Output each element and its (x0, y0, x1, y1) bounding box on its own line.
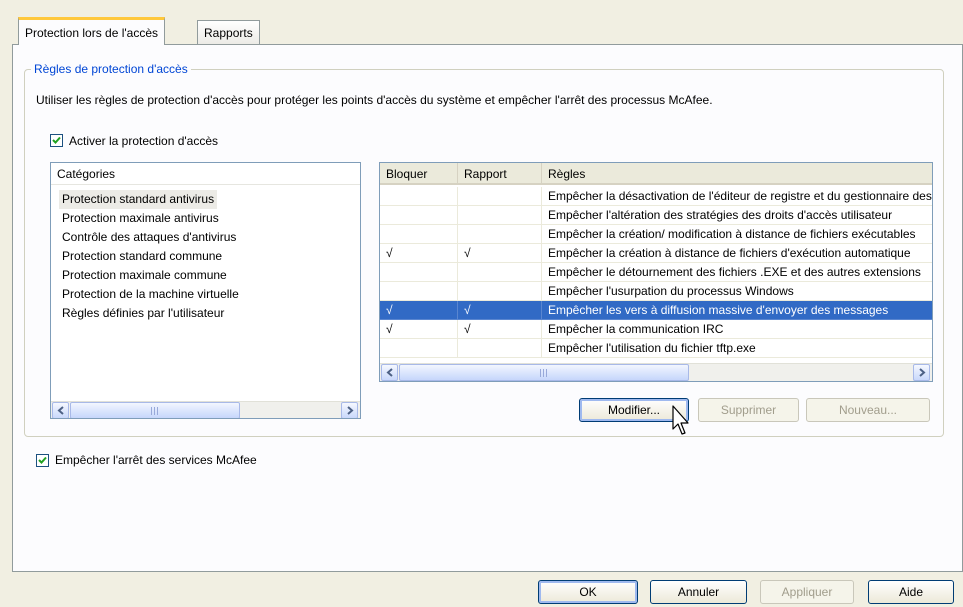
rule-name-cell: Empêcher la création/ modification à dis… (542, 225, 932, 244)
arrow-left-icon (57, 406, 64, 415)
rule-block-cell (380, 206, 458, 225)
group-title: Règles de protection d'accès (34, 62, 188, 76)
rule-block-cell (380, 187, 458, 206)
rule-name-cell: Empêcher la création à distance de fichi… (542, 244, 932, 263)
rule-row[interactable]: √ √ Empêcher la création à distance de fic… (380, 244, 932, 263)
new-rule-button[interactable]: Nouveau... (806, 398, 930, 422)
checkmark-icon (38, 456, 47, 464)
scroll-left-button[interactable] (381, 364, 398, 381)
rule-report-cell (458, 263, 542, 282)
prevent-stop-services-label[interactable]: Empêcher l'arrêt des services McAfee (55, 453, 257, 467)
category-item[interactable]: Protection standard commune (59, 247, 225, 266)
rule-report-cell (458, 187, 542, 206)
tab-reports[interactable]: Rapports (197, 20, 260, 44)
category-item[interactable]: Protection maximale antivirus (59, 209, 222, 228)
rule-row[interactable]: Empêcher la création/ modification à dis… (380, 225, 932, 244)
rule-block-cell: √ (380, 244, 458, 263)
scroll-right-button[interactable] (913, 364, 930, 381)
rule-report-cell (458, 282, 542, 301)
category-item[interactable]: Protection de la machine virtuelle (59, 285, 242, 304)
category-item[interactable]: Protection standard antivirus (59, 190, 218, 209)
enable-access-protection-label[interactable]: Activer la protection d'accès (69, 134, 218, 148)
rule-name-cell: Empêcher la désactivation de l'éditeur d… (542, 187, 932, 206)
rule-block-cell (380, 339, 458, 358)
rule-report-cell (458, 206, 542, 225)
scroll-thumb[interactable] (70, 402, 240, 418)
category-item[interactable]: Règles définies par l'utilisateur (59, 304, 227, 323)
rule-row[interactable]: √ √ Empêcher la communication IRC (380, 320, 932, 339)
rule-name-cell: Empêcher l'altération des stratégies des… (542, 206, 932, 225)
rule-report-cell: √ (458, 301, 542, 320)
arrow-left-icon (386, 368, 393, 377)
scroll-left-button[interactable] (52, 402, 69, 418)
delete-rule-button[interactable]: Supprimer (698, 398, 799, 422)
rule-block-cell (380, 263, 458, 282)
apply-button[interactable]: Appliquer (760, 580, 854, 604)
column-header-block[interactable]: Bloquer (380, 163, 458, 185)
tab-access-protection[interactable]: Protection lors de l'accès (18, 17, 166, 45)
categories-header[interactable]: Catégories (51, 163, 360, 185)
arrow-right-icon (919, 368, 926, 377)
rule-row[interactable]: Empêcher l'utilisation du fichier tftp.e… (380, 339, 932, 358)
group-description: Utiliser les règles de protection d'accè… (36, 93, 713, 107)
prevent-stop-services-checkbox[interactable] (36, 454, 49, 467)
rule-row[interactable]: Empêcher l'altération des stratégies des… (380, 206, 932, 225)
checkmark-icon (52, 136, 61, 144)
column-header-report[interactable]: Rapport (458, 163, 542, 185)
enable-access-protection-checkbox[interactable] (50, 134, 63, 147)
scroll-thumb[interactable] (399, 364, 689, 381)
rule-block-cell: √ (380, 320, 458, 339)
column-header-rule[interactable]: Règles (542, 163, 932, 185)
rule-row[interactable]: Empêcher l'usurpation du processus Windo… (380, 282, 932, 301)
rule-report-cell: √ (458, 320, 542, 339)
scroll-right-button[interactable] (341, 402, 358, 418)
rules-list[interactable]: Bloquer Rapport Règles Empêcher la désac… (379, 162, 933, 382)
rule-name-cell: Empêcher l'usurpation du processus Windo… (542, 282, 932, 301)
rule-report-cell: √ (458, 244, 542, 263)
rule-row[interactable]: √ √ Empêcher les vers à diffusion massive … (380, 301, 932, 320)
options-dialog: Protection lors de l'accès Rapports Règl… (0, 0, 963, 607)
categories-list[interactable]: Catégories Protection standard antivirus… (50, 162, 361, 419)
rule-row[interactable]: Empêcher le détournement des fichiers .E… (380, 263, 932, 282)
arrow-right-icon (347, 406, 354, 415)
rule-row[interactable]: Empêcher la désactivation de l'éditeur d… (380, 187, 932, 206)
help-button[interactable]: Aide (868, 580, 954, 604)
rule-name-cell: Empêcher l'utilisation du fichier tftp.e… (542, 339, 932, 358)
rule-block-cell: √ (380, 301, 458, 320)
rule-name-cell: Empêcher le détournement des fichiers .E… (542, 263, 932, 282)
rule-report-cell (458, 225, 542, 244)
ok-button[interactable]: OK (538, 580, 638, 604)
mouse-cursor-icon (672, 405, 689, 435)
rule-block-cell (380, 225, 458, 244)
category-item[interactable]: Contrôle des attaques d'antivirus (59, 228, 239, 247)
rules-hscrollbar[interactable] (380, 363, 932, 381)
categories-hscrollbar[interactable] (51, 401, 360, 418)
rule-name-cell: Empêcher les vers à diffusion massive d'… (542, 301, 932, 320)
cancel-button[interactable]: Annuler (650, 580, 747, 604)
category-item[interactable]: Protection maximale commune (59, 266, 230, 285)
rule-report-cell (458, 339, 542, 358)
rule-name-cell: Empêcher la communication IRC (542, 320, 932, 339)
rule-block-cell (380, 282, 458, 301)
